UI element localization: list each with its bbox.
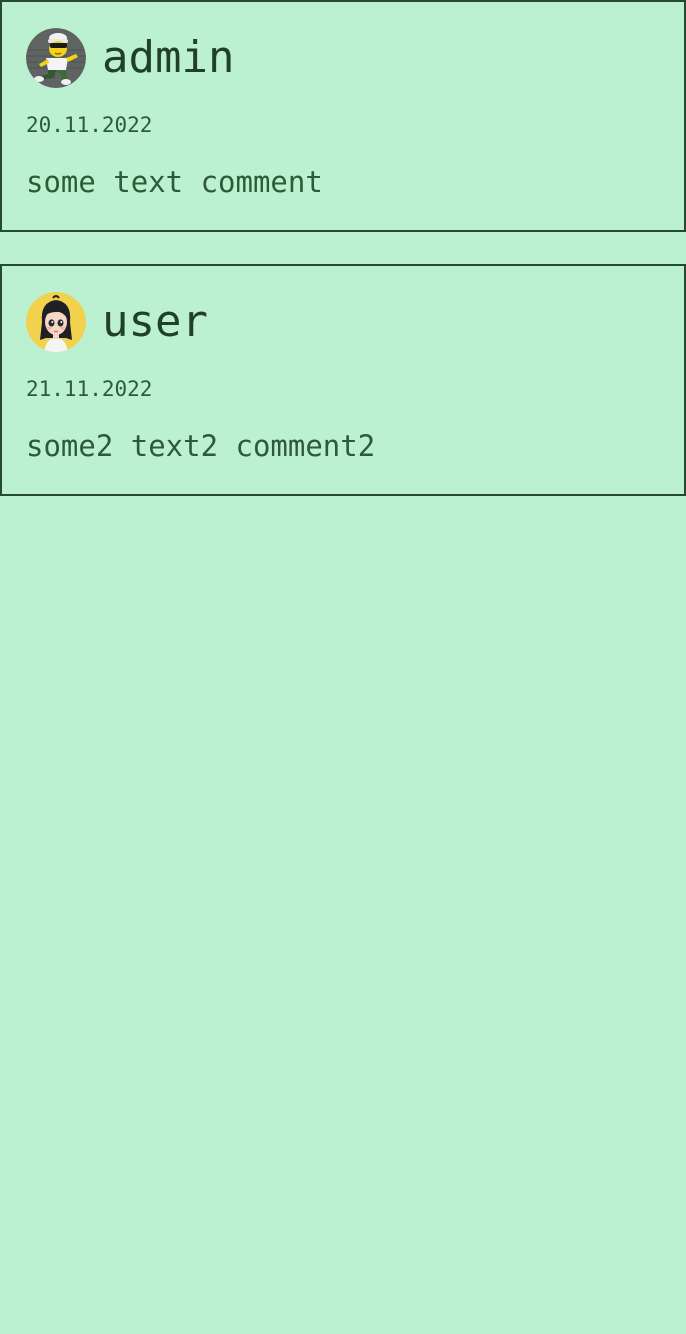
cartoon-character-with-cap-icon	[26, 28, 86, 88]
comment-text: some2 text2 comment2	[26, 429, 376, 463]
comment-card: admin 20.11.2022 some text comment	[0, 0, 686, 232]
comment-card: user 21.11.2022 some2 text2 comment2	[0, 264, 686, 496]
comment-header: user	[26, 292, 208, 352]
comment-list: admin 20.11.2022 some text comment user …	[0, 0, 686, 496]
comment-text: some text comment	[26, 165, 323, 199]
comment-header: admin	[26, 28, 234, 88]
avatar[interactable]	[26, 292, 86, 352]
comment-author[interactable]: user	[102, 292, 208, 352]
cartoon-girl-icon	[26, 292, 86, 352]
comment-author[interactable]: admin	[102, 28, 234, 88]
comment-date: 20.11.2022	[26, 113, 153, 137]
avatar[interactable]	[26, 28, 86, 88]
comment-date: 21.11.2022	[26, 377, 153, 401]
